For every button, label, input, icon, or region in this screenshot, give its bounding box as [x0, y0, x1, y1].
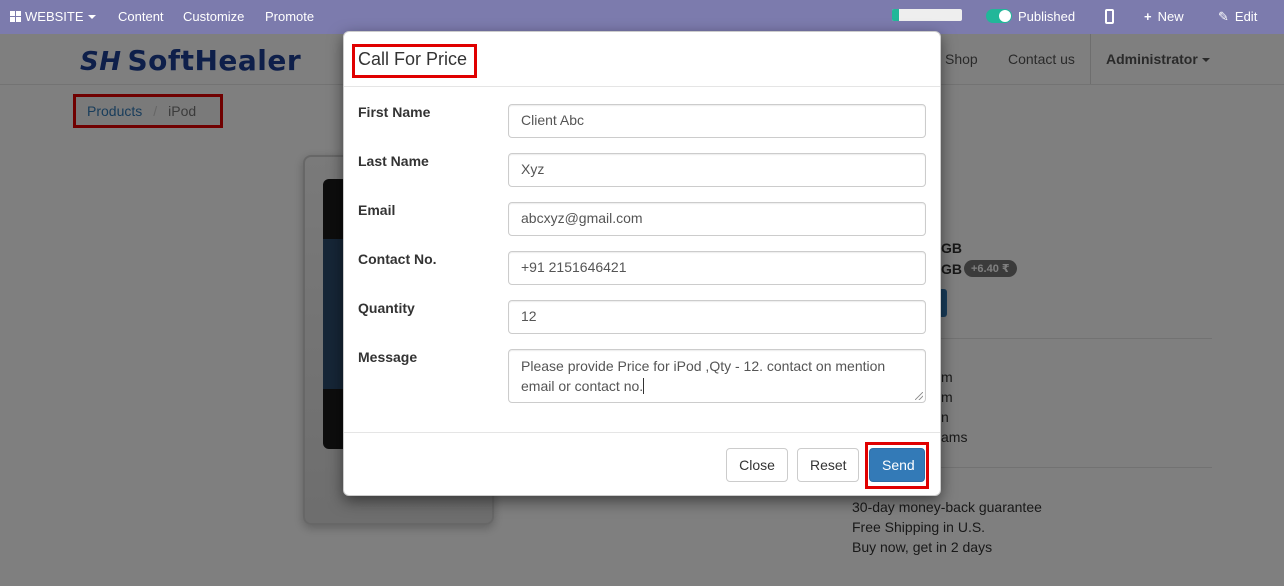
text-cursor	[643, 378, 645, 394]
pencil-icon: ✎	[1218, 9, 1229, 24]
mobile-preview-icon[interactable]	[1105, 9, 1114, 24]
call-for-price-modal: Call For Price First Name Client Abc Las…	[343, 31, 941, 496]
content-menu[interactable]: Content	[118, 9, 164, 24]
close-button[interactable]: Close	[726, 448, 788, 482]
message-text: Please provide Price for iPod ,Qty - 12.…	[521, 358, 886, 394]
reset-button[interactable]: Reset	[797, 448, 859, 482]
quantity-label: Quantity	[358, 300, 415, 316]
new-button-label: New	[1157, 9, 1184, 24]
modal-title: Call For Price	[358, 49, 468, 69]
message-textarea[interactable]: Please provide Price for iPod ,Qty - 12.…	[508, 349, 926, 403]
seo-progress-fill	[892, 9, 899, 21]
first-name-field[interactable]: Client Abc	[508, 104, 926, 138]
website-menu-label: WEBSITE	[25, 9, 84, 24]
last-name-label: Last Name	[358, 153, 429, 169]
send-button[interactable]: Send	[869, 448, 925, 482]
message-label: Message	[358, 349, 418, 365]
last-name-field[interactable]: Xyz	[508, 153, 926, 187]
contact-no-field[interactable]: +91 2151646421	[508, 251, 926, 285]
modal-footer-divider	[344, 432, 940, 433]
modal-header: Call For Price	[344, 32, 940, 87]
customize-menu[interactable]: Customize	[183, 9, 244, 24]
contact-no-label: Contact No.	[358, 251, 437, 267]
resize-handle[interactable]	[915, 392, 923, 400]
edit-button[interactable]: ✎ Edit	[1218, 9, 1257, 25]
new-button[interactable]: + New	[1144, 9, 1184, 24]
email-field[interactable]: abcxyz@gmail.com	[508, 202, 926, 236]
email-label: Email	[358, 202, 396, 218]
publish-toggle[interactable]	[986, 9, 1012, 23]
website-menu[interactable]: WEBSITE	[10, 9, 96, 24]
quantity-field[interactable]: 12	[508, 300, 926, 334]
published-label[interactable]: Published	[1018, 9, 1075, 24]
first-name-label: First Name	[358, 104, 431, 120]
admin-bar: WEBSITE Content Customize Promote Publis…	[0, 0, 1284, 34]
edit-button-label: Edit	[1234, 9, 1258, 24]
toggle-knob	[999, 10, 1011, 22]
plus-icon: +	[1144, 9, 1152, 24]
apps-grid-icon	[10, 11, 21, 22]
seo-progress-bar	[892, 9, 962, 21]
chevron-down-icon	[87, 15, 96, 19]
promote-menu[interactable]: Promote	[265, 9, 314, 24]
